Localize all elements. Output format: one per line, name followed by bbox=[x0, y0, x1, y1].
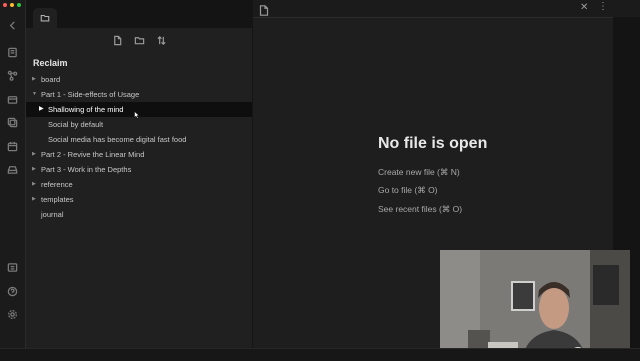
main-tab-header: ✕ ⋮ bbox=[253, 0, 640, 18]
tree-folder-reference[interactable]: ▶ reference bbox=[26, 177, 252, 192]
file-explorer: Reclaim ▶ board ▼ Part 1 - Side-effects … bbox=[26, 28, 252, 348]
sidebar-tab-bar bbox=[26, 0, 252, 28]
tree-file-social-by-default[interactable]: Social by default bbox=[26, 117, 252, 132]
mouse-cursor-icon bbox=[134, 111, 140, 119]
file-icon bbox=[259, 3, 269, 14]
status-bar bbox=[0, 348, 640, 361]
maximize-window-button[interactable] bbox=[17, 3, 21, 7]
chevron-right-icon: ▶ bbox=[39, 102, 44, 117]
file-explorer-toolbar bbox=[110, 33, 168, 47]
tree-folder-templates[interactable]: ▶ templates bbox=[26, 192, 252, 207]
file-explorer-tab[interactable] bbox=[33, 8, 57, 28]
graph-view-icon[interactable] bbox=[6, 69, 19, 82]
webcam-overlay bbox=[440, 250, 630, 360]
vault-name: Reclaim bbox=[33, 58, 68, 68]
help-icon[interactable] bbox=[6, 285, 19, 298]
go-to-file-link[interactable]: Go to file (⌘ O) bbox=[378, 185, 438, 196]
create-new-file-link[interactable]: Create new file (⌘ N) bbox=[378, 167, 460, 178]
minimize-window-button[interactable] bbox=[10, 3, 14, 7]
tree-file-journal[interactable]: journal bbox=[26, 207, 252, 222]
webcam-image bbox=[440, 250, 630, 360]
switcher-icon[interactable] bbox=[6, 46, 19, 59]
chevron-right-icon: ▶ bbox=[32, 162, 36, 177]
see-recent-files-link[interactable]: See recent files (⌘ O) bbox=[378, 204, 462, 215]
window-controls bbox=[3, 3, 21, 7]
chevron-right-icon: ▶ bbox=[32, 72, 36, 87]
more-options-icon[interactable]: ⋮ bbox=[598, 1, 608, 12]
command-palette-icon[interactable] bbox=[6, 163, 19, 176]
chevron-down-icon: ▼ bbox=[32, 87, 37, 102]
file-tree: ▶ board ▼ Part 1 - Side-effects of Usage… bbox=[26, 72, 252, 222]
tree-folder-part-2[interactable]: ▶ Part 2 - Revive the Linear Mind bbox=[26, 147, 252, 162]
collapse-sidebar-icon[interactable] bbox=[6, 19, 19, 32]
chevron-right-icon: ▶ bbox=[32, 147, 36, 162]
new-folder-icon[interactable] bbox=[132, 33, 146, 47]
tree-folder-part-3[interactable]: ▶ Part 3 - Work in the Depths bbox=[26, 162, 252, 177]
left-ribbon bbox=[0, 0, 26, 360]
tree-file-social-media-fast-food[interactable]: Social media has become digital fast foo… bbox=[26, 132, 252, 147]
open-vault-icon[interactable] bbox=[6, 261, 19, 274]
tree-folder-part-1[interactable]: ▼ Part 1 - Side-effects of Usage bbox=[26, 87, 252, 102]
templates-icon[interactable] bbox=[6, 116, 19, 129]
sort-icon[interactable] bbox=[154, 33, 168, 47]
close-window-button[interactable] bbox=[3, 3, 7, 7]
empty-state-title: No file is open bbox=[378, 135, 487, 153]
chevron-right-icon: ▶ bbox=[32, 192, 36, 207]
chevron-right-icon: ▶ bbox=[32, 177, 36, 192]
settings-icon[interactable] bbox=[6, 308, 19, 321]
tree-folder-board[interactable]: ▶ board bbox=[26, 72, 252, 87]
folder-icon bbox=[40, 13, 50, 23]
close-tab-icon[interactable]: ✕ bbox=[580, 2, 588, 13]
daily-note-icon[interactable] bbox=[6, 140, 19, 153]
slides-icon[interactable] bbox=[6, 93, 19, 106]
new-note-icon[interactable] bbox=[110, 33, 124, 47]
